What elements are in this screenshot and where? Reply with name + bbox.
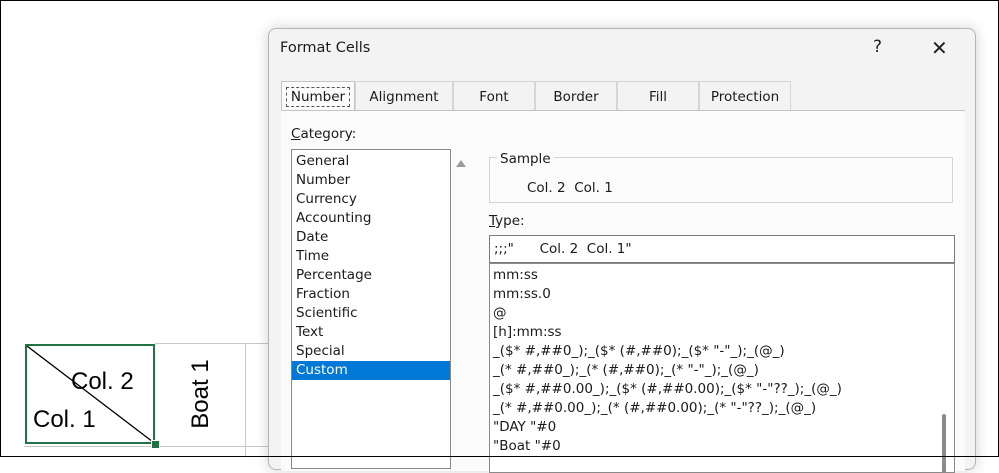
category-item[interactable]: General [292,152,450,171]
sample-label: Sample [497,151,554,167]
selected-cell[interactable]: Col. 2 Col. 1 [25,344,155,444]
sample-value: Col. 2 Col. 1 [527,180,613,196]
category-label-text: ategory: [300,126,357,142]
tab-border[interactable]: Border [535,81,617,111]
cell-text-boat-1: Boat 1 [187,359,214,429]
category-item[interactable]: Accounting [292,209,450,228]
type-list-item[interactable]: _($* #,##0_);_($* (#,##0);_($* "-"_);_(@… [490,342,785,361]
grid-line [245,344,246,457]
category-item[interactable]: Percentage [292,266,450,285]
type-input[interactable]: ;;;" Col. 2 Col. 1" [489,235,955,263]
category-item[interactable]: Time [292,247,450,266]
category-item[interactable]: Date [292,228,450,247]
help-button[interactable]: ? [873,37,882,57]
tab-alignment[interactable]: Alignment [355,81,453,111]
cell-text-col2: Col. 2 [71,368,134,395]
category-label: Category: [291,126,356,142]
type-list-item[interactable]: _(* #,##0.00_);_(* (#,##0.00);_(* "-"??_… [490,399,816,418]
grid-line [24,446,274,447]
type-list-item[interactable]: _(* #,##0_);_(* (#,##0);_(* "-"_);_(@_) [490,361,759,380]
tab-number-label: Number [285,87,351,107]
category-item-selected[interactable]: Custom [292,361,450,380]
type-list-item[interactable]: mm:ss.0 [490,285,551,304]
tab-number[interactable]: Number [281,81,355,111]
close-icon[interactable]: ✕ [931,36,948,60]
category-item[interactable]: Fraction [292,285,450,304]
dialog-title: Format Cells [280,40,371,56]
category-list[interactable]: General Number Currency Accounting Date … [291,149,466,469]
type-list-item[interactable]: [h]:mm:ss [490,323,562,342]
type-list-item[interactable]: "DAY "#0 [490,418,556,437]
type-label-text: ype: [495,213,525,229]
format-cells-dialog: Format Cells ? ✕ Number Alignment Font B… [268,28,976,473]
cell-boat-1[interactable]: Boat 1 [157,344,245,444]
category-item[interactable]: Scientific [292,304,450,323]
category-item[interactable]: Special [292,342,450,361]
cell-text-col1: Col. 1 [33,406,96,433]
tab-protection[interactable]: Protection [699,81,791,111]
scroll-up-arrow-icon[interactable] [456,160,466,167]
type-list-item[interactable]: "Boat "#0 [490,437,561,456]
type-list-item[interactable]: _($* #,##0.00_);_($* (#,##0.00);_($* "-"… [490,380,842,399]
tab-fill[interactable]: Fill [617,81,699,111]
category-item[interactable]: Number [292,171,450,190]
type-list-item[interactable]: @ [490,304,507,323]
type-label: Type: [489,213,525,229]
category-item[interactable]: Currency [292,190,450,209]
tab-font[interactable]: Font [453,81,535,111]
type-list-item[interactable]: mm:ss [490,266,538,285]
category-item[interactable]: Text [292,323,450,342]
type-format-list[interactable]: mm:ss mm:ss.0 @ [h]:mm:ss _($* #,##0_);_… [489,263,955,473]
type-list-scrollbar[interactable] [942,414,946,472]
